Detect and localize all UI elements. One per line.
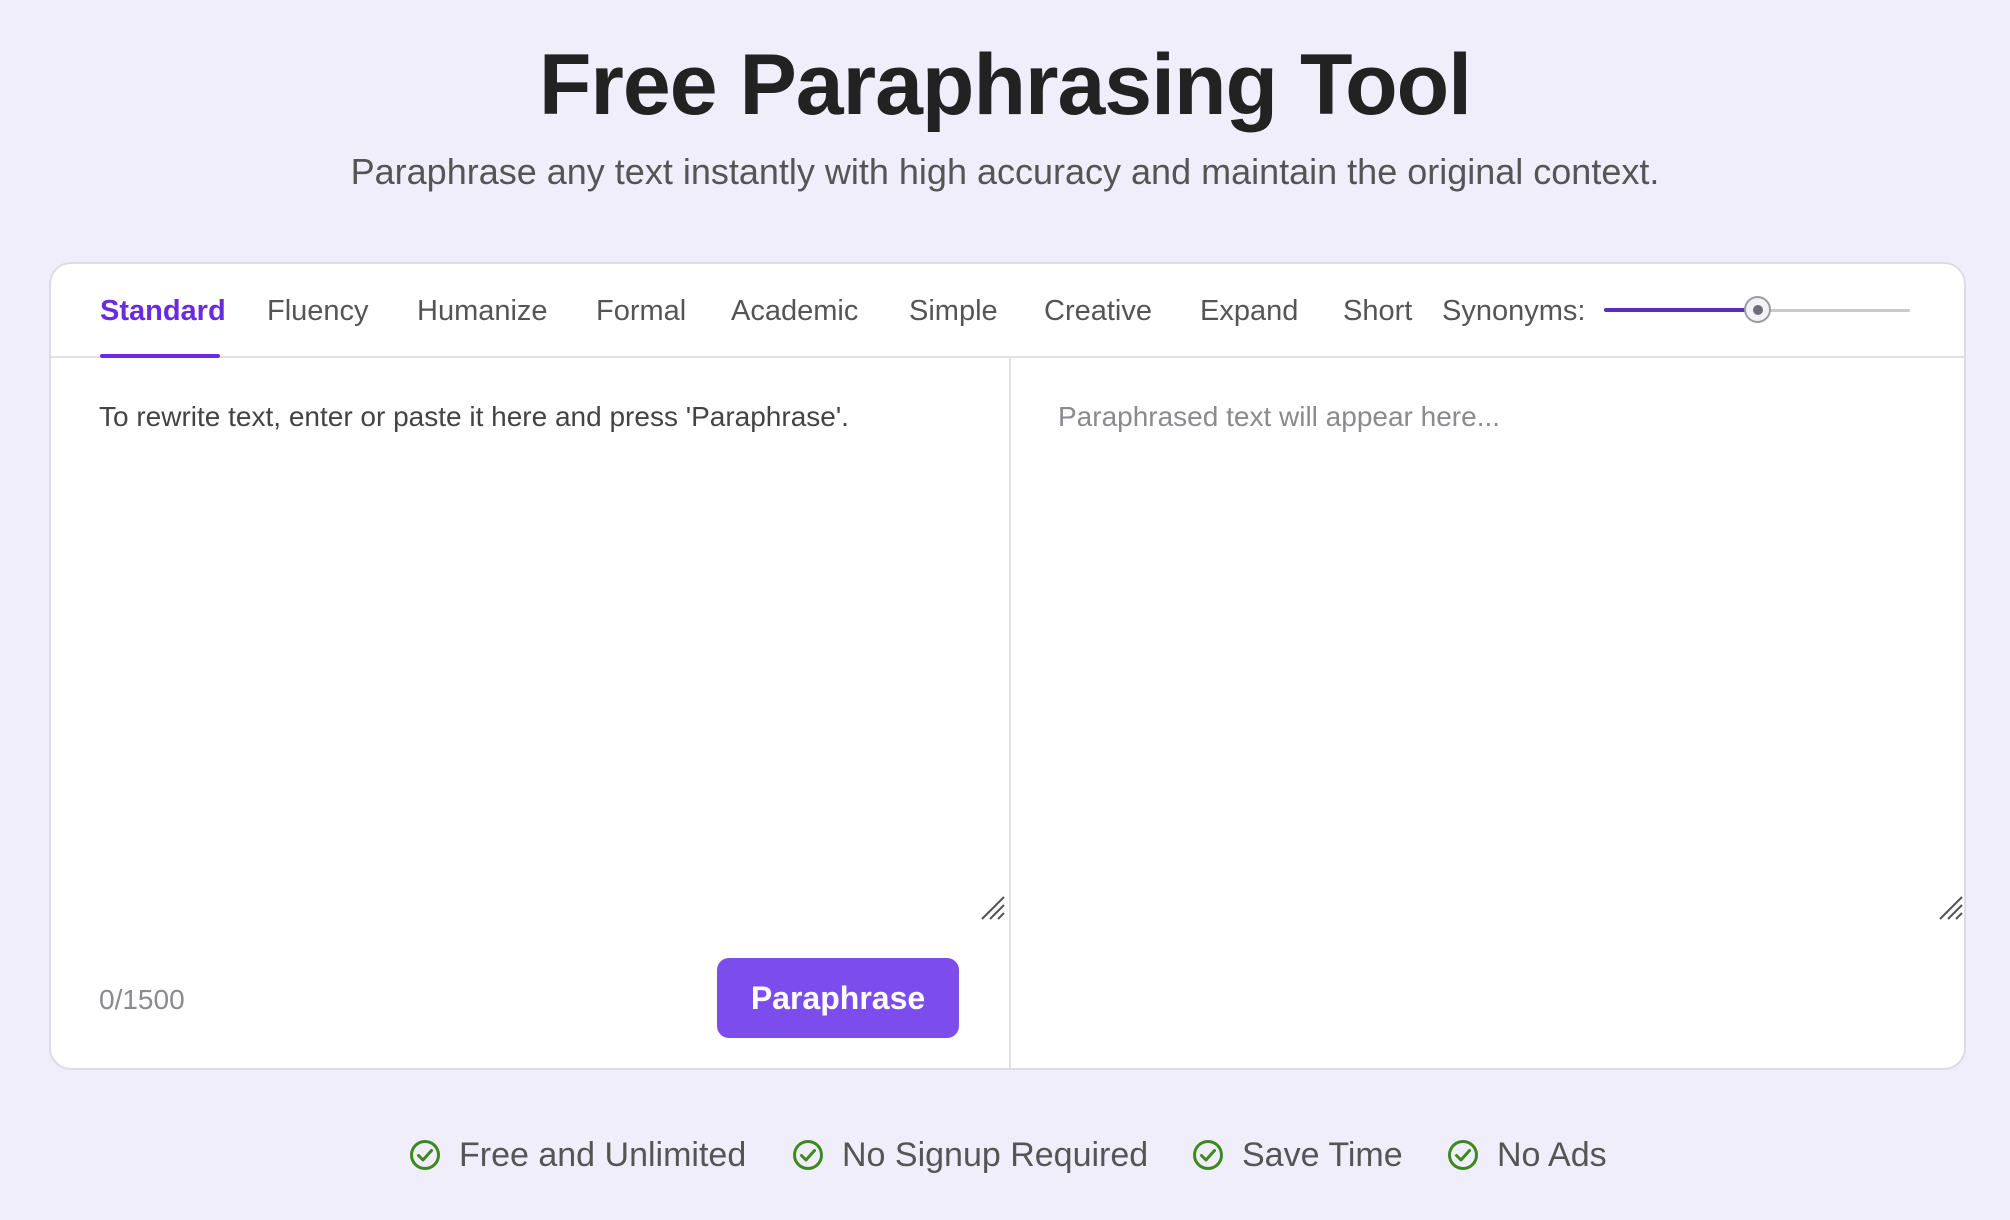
feature-item: Free and Unlimited — [409, 1130, 746, 1180]
pane-divider — [1009, 358, 1011, 1068]
tab-short[interactable]: Short — [1343, 264, 1412, 358]
tab-academic[interactable]: Academic — [731, 264, 858, 358]
tab-formal[interactable]: Formal — [596, 264, 686, 358]
feature-label: No Signup Required — [842, 1135, 1149, 1174]
feature-item: No Signup Required — [792, 1130, 1148, 1180]
synonyms-label: Synonyms: — [1442, 295, 1586, 327]
slider-thumb[interactable] — [1744, 296, 1771, 323]
tab-humanize[interactable]: Humanize — [417, 264, 548, 358]
synonyms-slider[interactable] — [1604, 296, 1910, 323]
feature-item: No Ads — [1447, 1130, 1607, 1180]
character-count: 0/1500 — [99, 984, 185, 1015]
feature-label: Free and Unlimited — [459, 1135, 747, 1174]
feature-item: Save Time — [1192, 1130, 1403, 1180]
check-circle-icon — [1193, 1140, 1223, 1170]
feature-list: Free and Unlimited No Signup Required Sa… — [0, 1130, 2010, 1180]
check-circle-icon — [410, 1140, 440, 1170]
input-textarea[interactable]: To rewrite text, enter or paste it here … — [99, 399, 979, 435]
input-resize-handle-icon[interactable] — [977, 892, 1005, 920]
tab-simple[interactable]: Simple — [909, 264, 998, 358]
output-textarea[interactable]: Paraphrased text will appear here... — [1058, 399, 1938, 435]
output-resize-handle-icon[interactable] — [1935, 892, 1963, 920]
tab-standard[interactable]: Standard — [100, 264, 226, 358]
paraphrase-button[interactable]: Paraphrase — [717, 958, 959, 1038]
feature-label: No Ads — [1497, 1135, 1607, 1174]
page-title: Free Paraphrasing Tool — [538, 37, 1472, 133]
feature-label: Save Time — [1242, 1135, 1403, 1174]
check-circle-icon — [793, 1140, 823, 1170]
mode-tabbar: Standard Fluency Humanize Formal Academi… — [51, 264, 1964, 358]
check-circle-icon — [1448, 1140, 1478, 1170]
paraphrase-card: Standard Fluency Humanize Formal Academi… — [49, 262, 1966, 1070]
tab-creative[interactable]: Creative — [1044, 264, 1152, 358]
tab-expand[interactable]: Expand — [1200, 264, 1298, 358]
page-subtitle: Paraphrase any text instantly with high … — [350, 151, 1660, 192]
slider-fill — [1604, 308, 1757, 312]
tab-fluency[interactable]: Fluency — [267, 264, 369, 358]
